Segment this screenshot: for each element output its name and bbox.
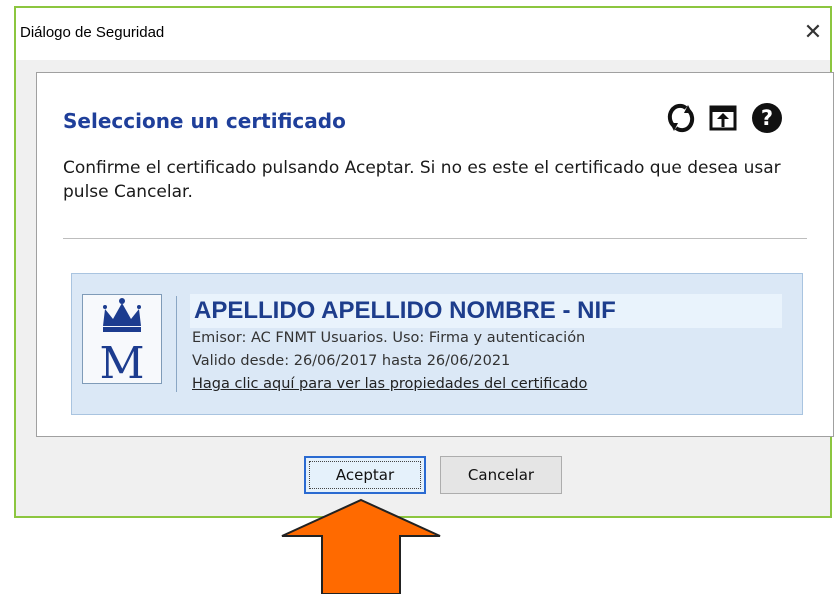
title-bar: Diálogo de Seguridad ✕: [16, 8, 830, 60]
help-icon[interactable]: ?: [751, 102, 783, 134]
open-file-icon[interactable]: [707, 102, 739, 134]
certificate-validity: Valido desde: 26/06/2017 hasta 26/06/202…: [192, 353, 511, 369]
accept-button[interactable]: Aceptar: [304, 456, 426, 494]
panel-heading: Seleccione un certificado: [63, 109, 346, 133]
divider: [63, 238, 807, 239]
logo-separator: [176, 296, 177, 392]
certificate-item[interactable]: M APELLIDO APELLIDO NOMBRE - NIF Emisor:…: [71, 273, 803, 415]
certificate-properties-link[interactable]: Haga clic aquí para ver las propiedades …: [192, 376, 587, 392]
certificate-issuer: Emisor: AC FNMT Usuarios. Uso: Firma y a…: [192, 330, 586, 346]
logo-letter: M: [99, 338, 144, 383]
cancel-label: Cancelar: [467, 466, 535, 484]
certificate-name: APELLIDO APELLIDO NOMBRE - NIF: [190, 294, 782, 328]
cancel-button[interactable]: Cancelar: [440, 456, 562, 494]
up-arrow-pointer: [280, 498, 442, 598]
svg-text:?: ?: [761, 106, 773, 130]
certificate-panel: Seleccione un certificado ? Confirme el …: [36, 72, 834, 437]
instructions-text: Confirme el certificado pulsando Aceptar…: [63, 158, 781, 202]
close-button[interactable]: ✕: [798, 18, 828, 48]
window-title: Diálogo de Seguridad: [20, 24, 165, 41]
crown-m-logo: M: [82, 294, 162, 389]
security-dialog: Diálogo de Seguridad ✕ Seleccione un cer…: [14, 6, 834, 518]
refresh-icon[interactable]: [665, 102, 697, 134]
focus-ring: [309, 461, 421, 489]
